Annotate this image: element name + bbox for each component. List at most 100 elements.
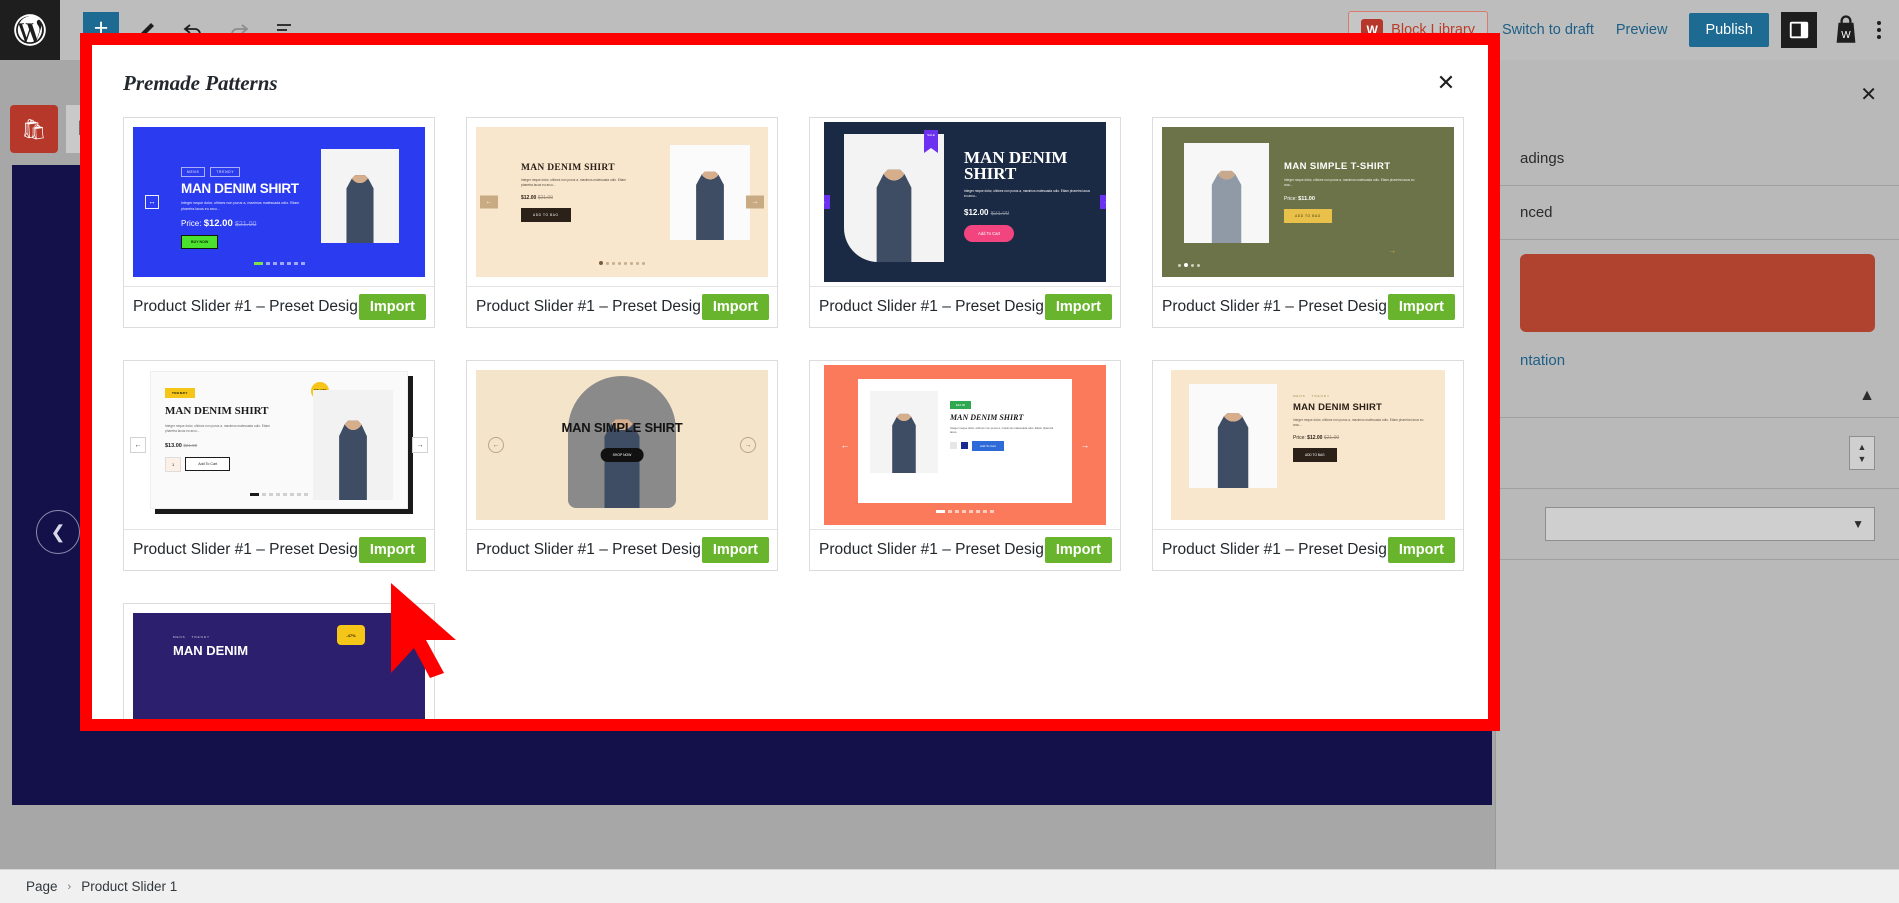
slide-tags: MENS TRENDY xyxy=(173,635,303,639)
canvas-prev-slide-button[interactable]: ❮ xyxy=(36,510,80,554)
slide-cta-button[interactable]: ADD TO BAG xyxy=(1284,209,1332,224)
slider-dots[interactable] xyxy=(1176,254,1454,272)
pattern-card[interactable]: MENS TRENDY MAN DENIM SHIRT Integer nequ… xyxy=(1152,360,1464,571)
wordpress-logo-icon[interactable] xyxy=(0,0,60,60)
pattern-label: Product Slider #1 – Preset Design 6 xyxy=(1162,298,1409,315)
slider-dots[interactable] xyxy=(133,252,425,270)
close-icon[interactable]: ✕ xyxy=(1432,69,1460,97)
slide-price-row: $12.00 $21.00 xyxy=(521,195,631,201)
stepper-down-icon[interactable]: ▼ xyxy=(1858,454,1867,464)
slider-prev-arrow-icon[interactable]: ← xyxy=(488,437,504,453)
woocommerce-bag-icon[interactable]: W xyxy=(1831,13,1861,47)
settings-panel-icon[interactable] xyxy=(1781,12,1817,48)
slide-text-block: MAN SIMPLE T-SHIRT Integer neque dolor, … xyxy=(1284,161,1419,224)
documentation-link[interactable]: ntation xyxy=(1496,346,1899,375)
slider-next-arrow-icon[interactable]: → xyxy=(1078,438,1092,452)
old-price-value: $21.00 xyxy=(183,442,198,448)
pattern-label: Product Slider #1 – Preset Design 7 xyxy=(819,298,1066,315)
close-icon[interactable]: ✕ xyxy=(1860,82,1877,107)
price-value: $12.00 xyxy=(203,217,233,229)
slider-prev-arrow-icon[interactable]: ← xyxy=(824,195,830,209)
slide-tags: MENS TRENDY xyxy=(1293,394,1433,398)
slider-prev-arrow-icon[interactable]: ← xyxy=(480,195,498,209)
slider-next-arrow-icon[interactable]: → xyxy=(740,437,756,453)
pattern-card[interactable]: TRENDY 40% OFF MAN DENIM SHIRT Integer n… xyxy=(123,360,435,571)
number-stepper[interactable]: ▲ ▼ xyxy=(1849,436,1875,470)
slide-product-image xyxy=(1189,384,1277,488)
slide-inner-panel: $12.00 MAN DENIM SHIRT Integer neque dol… xyxy=(858,379,1072,503)
switch-to-draft-button[interactable]: Switch to draft xyxy=(1502,22,1594,38)
import-button[interactable]: Import xyxy=(1387,537,1455,563)
import-button[interactable]: Import xyxy=(358,294,426,320)
chevron-down-icon: ▼ xyxy=(1852,517,1864,531)
slider-dots[interactable] xyxy=(151,483,407,501)
import-button[interactable]: Import xyxy=(1387,294,1455,320)
slide-product-image xyxy=(844,134,944,262)
slider-next-arrow-icon[interactable]: → xyxy=(145,195,159,209)
slider-next-arrow-icon[interactable]: → xyxy=(746,195,764,209)
import-button[interactable]: Import xyxy=(701,294,769,320)
settings-advanced-label: nced xyxy=(1520,204,1553,221)
slider-dots[interactable] xyxy=(476,252,768,270)
pattern-card[interactable]: MAN SIMPLE SHIRT SHOP NOW ← → Product Sl… xyxy=(466,360,778,571)
slide-tags: MENS TRENDY xyxy=(181,167,306,177)
slider-dots[interactable] xyxy=(824,500,1106,518)
color-swatch[interactable] xyxy=(950,442,957,450)
pattern-preview: MAN SIMPLE T-SHIRT Integer neque dolor, … xyxy=(1153,118,1463,286)
slider-prev-arrow-icon[interactable]: ← xyxy=(130,437,146,453)
pattern-card-footer: Product Slider #1 – Preset Design 2 Impo… xyxy=(1153,529,1463,570)
slide-cta-button[interactable]: Add To Cart xyxy=(964,224,1015,242)
pattern-card[interactable]: SALE MAN DENIM SHIRT Integer neque dolor… xyxy=(809,117,1121,328)
breadcrumb-item-product-slider[interactable]: Product Slider 1 xyxy=(81,879,177,894)
slide-text-block: $12.00 MAN DENIM SHIRT Integer neque dol… xyxy=(950,393,1060,451)
slide-cta-button[interactable]: BUY NOW xyxy=(181,234,219,249)
import-button[interactable]: Import xyxy=(1044,294,1112,320)
pattern-preview: MENS TRENDY MAN DENIM SHIRT Integer nequ… xyxy=(124,118,434,286)
slider-next-arrow-icon[interactable]: → xyxy=(1100,195,1106,209)
price-value: $12.00 xyxy=(521,195,537,202)
settings-section-collapse[interactable]: ▲ xyxy=(1496,375,1899,418)
slider-prev-arrow-icon[interactable]: ← xyxy=(838,438,852,452)
slider-preview-design-8: MAN DENIM SHIRT Integer neque dolor, ult… xyxy=(476,127,768,277)
stepper-up-icon[interactable]: ▲ xyxy=(1858,442,1867,452)
pattern-card[interactable]: MAN DENIM SHIRT Integer neque dolor, ult… xyxy=(466,117,778,328)
breadcrumb-item-page[interactable]: Page xyxy=(26,879,58,894)
pattern-card[interactable]: MAN SIMPLE T-SHIRT Integer neque dolor, … xyxy=(1152,117,1464,328)
slide-heading: MAN SIMPLE T-SHIRT xyxy=(1284,161,1391,172)
import-button[interactable]: Import xyxy=(701,537,769,563)
slide-cta-button[interactable]: ADD TO BAG xyxy=(521,208,571,223)
slider-next-arrow-icon[interactable]: → xyxy=(412,437,428,453)
slide-text-block: MENS TRENDY MAN DENIM SHIRT Integer nequ… xyxy=(1293,394,1433,463)
settings-row-advanced[interactable]: nced xyxy=(1496,186,1899,240)
slide-cta-button[interactable]: SHOP NOW xyxy=(600,448,644,462)
preview-button[interactable]: Preview xyxy=(1616,22,1668,38)
slide-product-image xyxy=(670,145,750,240)
quantity-stepper[interactable]: 1 xyxy=(165,456,182,472)
settings-select[interactable]: ▼ xyxy=(1545,507,1875,541)
old-price-value: $21.00 xyxy=(990,210,1010,217)
slide-cta-button[interactable]: ADD TO BAG xyxy=(1293,448,1337,463)
settings-row-headings[interactable]: adings xyxy=(1496,132,1899,186)
settings-row-select[interactable]: ▼ xyxy=(1496,489,1899,560)
slide-product-image xyxy=(870,391,938,473)
pattern-label: Product Slider #1 – Preset Design 8 xyxy=(476,298,723,315)
slide-inner-panel: TRENDY 40% OFF MAN DENIM SHIRT Integer n… xyxy=(150,371,408,509)
import-button[interactable]: Import xyxy=(1044,537,1112,563)
pattern-card[interactable]: MENS TRENDY MAN DENIM SHIRT Integer nequ… xyxy=(123,117,435,328)
slide-cta-button[interactable]: Add To Cart xyxy=(185,457,231,472)
breadcrumb: Page › Product Slider 1 xyxy=(0,869,1899,903)
patterns-grid: MENS TRENDY MAN DENIM SHIRT Integer nequ… xyxy=(123,117,1470,719)
slide-body: Integer neque dolor, ultrices non purus … xyxy=(1293,418,1424,428)
publish-button[interactable]: Publish xyxy=(1689,13,1769,47)
slide-cta-button[interactable]: Add To Cart xyxy=(972,440,1004,451)
slide-product-image xyxy=(568,376,676,508)
slide-product-image xyxy=(321,149,399,243)
color-swatch[interactable] xyxy=(961,442,968,450)
settings-row-number[interactable]: ▲ ▼ xyxy=(1496,418,1899,489)
import-button[interactable]: Import xyxy=(358,537,426,563)
kebab-menu-icon[interactable] xyxy=(1877,18,1881,42)
slider-preview-design-6: MAN SIMPLE T-SHIRT Integer neque dolor, … xyxy=(1162,127,1454,277)
price-label: Price: xyxy=(181,218,202,228)
bag-icon: 🛍 xyxy=(21,118,47,141)
pattern-card[interactable]: $12.00 MAN DENIM SHIRT Integer neque dol… xyxy=(809,360,1121,571)
